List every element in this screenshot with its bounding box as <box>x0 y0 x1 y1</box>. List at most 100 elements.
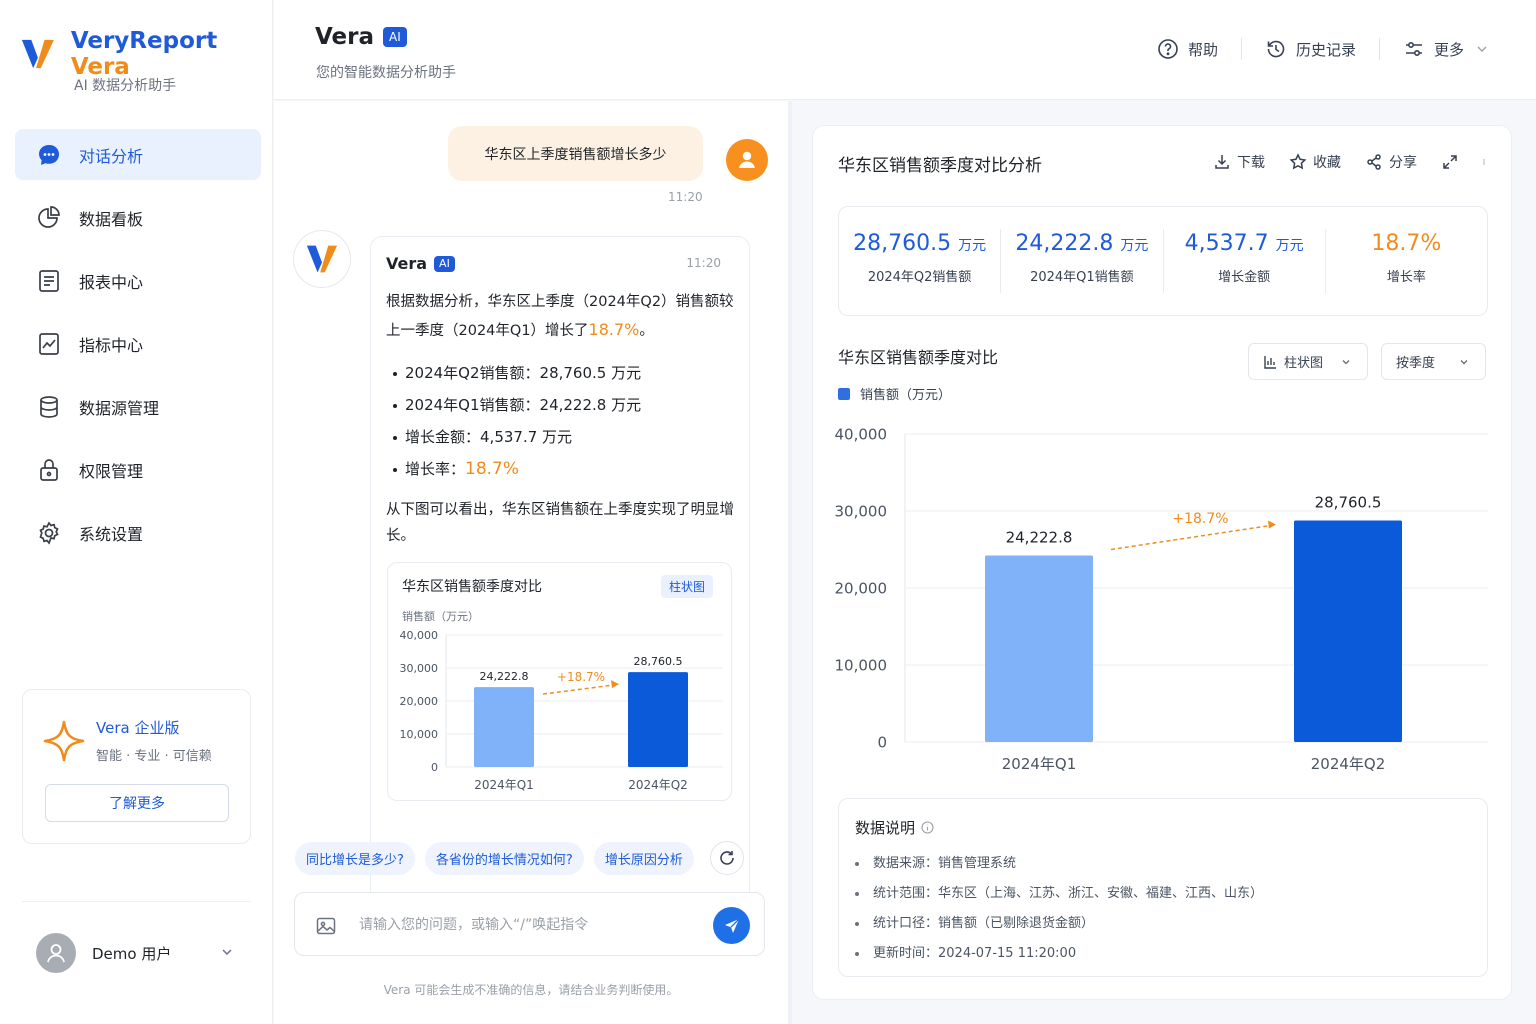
brand-logo[interactable]: VeryReport Vera <box>20 28 272 80</box>
panel-resize-handle[interactable] <box>788 101 792 1024</box>
brand-subtitle: AI 数据分析助手 <box>74 78 177 94</box>
sidebar-item-chat-analysis[interactable]: 对话分析 <box>15 129 261 180</box>
sidebar-item-metrics[interactable]: 指标中心 <box>15 318 261 369</box>
favorite-button[interactable]: 收藏 <box>1289 152 1341 172</box>
refresh-suggestions-button[interactable] <box>709 841 744 875</box>
history-icon <box>1267 40 1285 58</box>
kebab-menu-icon <box>1483 159 1485 165</box>
sidebar-item-label: 对话分析 <box>79 146 144 166</box>
user-message-bubble: 华东区上季度销售额增长多少 <box>448 126 703 181</box>
kpi-growth-rate: 18.7% 增长率 <box>1371 231 1442 285</box>
history-button[interactable]: 历史记录 <box>1265 38 1356 60</box>
bot-bullet-list: 2024年Q2销售额：28,760.5 万元 2024年Q1销售额：24,222… <box>393 357 641 485</box>
more-options-button[interactable] <box>1483 153 1489 171</box>
bar <box>1294 520 1402 742</box>
header-separator <box>1240 38 1242 60</box>
learn-more-button[interactable]: 了解更多 <box>45 784 229 822</box>
y-tick-label: 30,000 <box>835 502 888 520</box>
send-button[interactable] <box>713 907 750 944</box>
sidebar-item-label: 权限管理 <box>79 461 144 481</box>
info-icon[interactable] <box>921 821 934 834</box>
star-icon <box>1289 153 1307 170</box>
list-item: 统计范围：华东区（上海、江苏、浙江、安徽、福建、江西、山东） <box>855 879 1263 909</box>
chevron-down-icon <box>1477 46 1487 52</box>
x-tick-label: 2024年Q2 <box>628 778 688 792</box>
y-tick-label: 0 <box>877 733 887 751</box>
sidebar-item-dashboard[interactable]: 数据看板 <box>15 192 261 243</box>
vera-logo-icon <box>306 245 338 273</box>
user-icon <box>739 151 755 168</box>
x-tick-label: 2024年Q1 <box>1002 755 1077 773</box>
sidebar-item-label: 报表中心 <box>79 272 144 292</box>
suggestion-chip[interactable]: 增长原因分析 <box>593 841 694 875</box>
header-separator <box>1378 38 1380 60</box>
data-label: 24,222.8 <box>1006 528 1073 546</box>
growth-annotation: +18.7% <box>1172 511 1228 527</box>
kpi-q2-sales: 28,760.5 万元 2024年Q2销售额 <box>839 229 1002 293</box>
gear-icon <box>39 520 59 545</box>
list-item: 2024年Q2销售额：28,760.5 万元 <box>393 357 641 389</box>
user-name: Demo 用户 <box>92 944 172 963</box>
chat-bubble-icon <box>39 144 59 165</box>
suggestion-chip[interactable]: 各省份的增长情况如何? <box>424 841 584 875</box>
legend-swatch <box>838 387 850 400</box>
x-tick-label: 2024年Q1 <box>474 778 534 792</box>
growth-arrow-head <box>1268 520 1276 529</box>
bot-message-card: Vera AI 11:20 根据数据分析，华东区上季度（2024年Q2）销售额较上… <box>370 236 750 917</box>
vera-logo-icon <box>21 39 54 69</box>
notes-title: 数据说明 <box>855 817 934 838</box>
image-upload-icon[interactable] <box>315 915 337 937</box>
send-icon <box>724 918 739 933</box>
growth-annotation: +18.7% <box>557 670 605 684</box>
database-icon <box>40 395 58 418</box>
bar <box>628 672 688 767</box>
ai-badge: AI <box>434 255 455 272</box>
sidebar-item-datasource[interactable]: 数据源管理 <box>15 381 261 432</box>
period-select[interactable]: 按季度 <box>1381 343 1486 380</box>
growth-arrow <box>1110 524 1271 551</box>
inline-chart-card[interactable]: 华东区销售额季度对比 柱状图 销售额（万元） 0 10,000 20,000 30,0… <box>387 562 732 801</box>
y-tick-label: 10,000 <box>835 656 888 674</box>
refresh-icon <box>720 851 734 865</box>
download-icon <box>1215 155 1229 169</box>
chart-type-select[interactable]: 柱状图 <box>1248 343 1368 380</box>
more-button[interactable]: 更多 <box>1403 38 1488 60</box>
list-item: 统计口径：销售额（已剔除退货金额） <box>855 909 1263 939</box>
bot-intro-text: 根据数据分析，华东区上季度（2024年Q2）销售额较上一季度（2024年Q1）增… <box>386 294 734 339</box>
chevron-down-icon <box>1342 359 1350 364</box>
chat-input[interactable] <box>359 913 699 937</box>
suggestion-chip[interactable]: 同比增长是多少? <box>295 841 415 875</box>
help-icon <box>1158 39 1178 59</box>
data-notes: 数据说明 数据来源：销售管理系统 统计范围：华东区（上海、江苏、浙江、安徽、福建… <box>838 798 1488 977</box>
user-menu[interactable]: Demo 用户 <box>36 933 236 973</box>
share-button[interactable]: 分享 <box>1365 152 1417 172</box>
list-item: 数据来源：销售管理系统 <box>855 849 1263 879</box>
list-item: 2024年Q1销售额：24,222.8 万元 <box>393 389 641 421</box>
help-button[interactable]: 帮助 <box>1157 38 1218 60</box>
enterprise-promo-card: Vera 企业版 智能 · 专业 · 可信赖 了解更多 <box>22 689 251 844</box>
bot-summary-text: 从下图可以看出，华东区销售额在上季度实现了明显增长。 <box>386 502 734 544</box>
promo-subtitle: 智能 · 专业 · 可信赖 <box>96 749 212 764</box>
bot-message-time: 11:20 <box>686 256 721 270</box>
pie-chart-icon <box>38 205 60 228</box>
sidebar-item-reports[interactable]: 报表中心 <box>15 255 261 306</box>
analysis-panel: 华东区销售额季度对比分析 下载 收藏 分享 28,760.5 万元 2024年Q… <box>812 125 1512 1000</box>
y-tick-label: 20,000 <box>400 695 439 708</box>
sidebar-item-label: 系统设置 <box>79 524 144 544</box>
bar <box>474 687 534 767</box>
lock-icon <box>40 458 58 481</box>
y-tick-label: 10,000 <box>400 728 439 741</box>
fullscreen-button[interactable] <box>1441 153 1465 171</box>
download-button[interactable]: 下载 <box>1213 152 1265 172</box>
sidebar-divider <box>22 901 251 902</box>
data-label: 28,760.5 <box>634 655 683 668</box>
chat-panel: 华东区上季度销售额增长多少 11:20 Vera AI 11:20 根据数据分析，… <box>274 101 788 1024</box>
sliders-icon <box>1405 42 1422 57</box>
user-message-time: 11:20 <box>668 190 703 204</box>
growth-arrow <box>542 684 614 695</box>
brand-name: VeryReport Vera <box>70 28 218 80</box>
sidebar-item-settings[interactable]: 系统设置 <box>15 507 261 558</box>
sidebar-item-permissions[interactable]: 权限管理 <box>15 444 261 495</box>
kpi-growth-amount: 4,537.7 万元 增长金额 <box>1164 229 1326 293</box>
sparkle-icon <box>43 720 85 762</box>
